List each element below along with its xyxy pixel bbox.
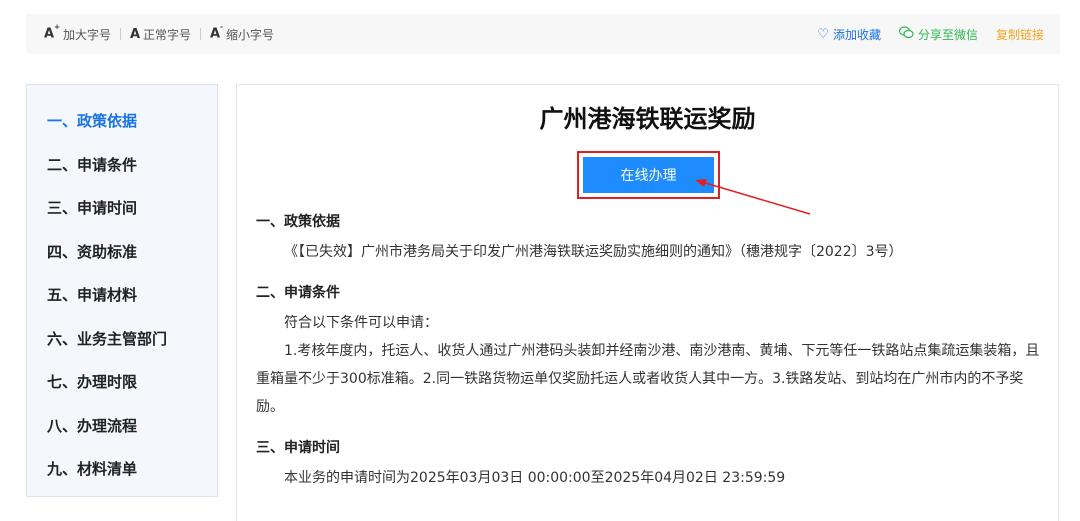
normal-font-button[interactable]: A 正常字号 — [130, 26, 191, 43]
application-time-text: 本业务的申请时间为2025年03月03日 00:00:00至2025年04月02… — [284, 470, 786, 486]
divider — [119, 28, 121, 40]
sidebar-item-label: 三、申请时间 — [47, 199, 138, 218]
copy-link-button[interactable]: 复制链接 — [996, 26, 1044, 43]
conditions-text: 1.考核年度内，托运人、收货人通过广州港码头装卸并经南沙港、南沙港南、黄埔、下元… — [256, 343, 1040, 415]
sidebar-item-policy[interactable]: 一、政策依据 — [27, 99, 217, 143]
sidebar-item-department[interactable]: 六、业务主管部门 — [27, 317, 217, 361]
sidebar-item-checklist[interactable]: 九、材料清单 — [27, 447, 217, 491]
sidebar-item-label: 九、材料清单 — [47, 460, 138, 479]
sidebar-item-label: 二、申请条件 — [47, 155, 138, 174]
normal-font-label: 正常字号 — [143, 27, 192, 42]
wechat-icon — [898, 25, 914, 43]
apply-button-highlight: 在线办理 — [577, 151, 720, 199]
page-title: 广州港海铁联运奖励 — [539, 105, 756, 133]
sidebar-nav: 一、政策依据 二、申请条件 三、申请时间 四、资助标准 五、申请材料 六、业务主… — [26, 84, 218, 497]
main-content: 广州港海铁联运奖励 在线办理 一、政策依据 《【已失效】广州市港务局关于印发广州… — [236, 84, 1059, 521]
sidebar-item-process[interactable]: 八、办理流程 — [27, 404, 217, 448]
add-favorite-label: 添加收藏 — [832, 27, 881, 42]
share-wechat-label: 分享至微信 — [917, 27, 978, 42]
sidebar-item-label: 八、办理流程 — [47, 416, 138, 435]
add-favorite-button[interactable]: ♡ 添加收藏 — [817, 26, 881, 43]
policy-basis-text: 《【已失效】广州市港务局关于印发广州港海铁联运奖励实施细则的通知》（穗港规字〔2… — [284, 244, 903, 260]
section-title-time: 三、申请时间 — [256, 440, 340, 456]
share-tools: ♡ 添加收藏 分享至微信 复制链接 — [817, 25, 1044, 43]
decrease-font-button[interactable]: A- 缩小字号 — [210, 23, 275, 43]
decrease-font-label: 缩小字号 — [226, 27, 275, 42]
sidebar-item-conditions[interactable]: 二、申请条件 — [27, 143, 217, 187]
font-increase-icon: A+ — [44, 23, 60, 42]
sidebar-item-label: 五、申请材料 — [47, 286, 138, 305]
sidebar-item-funding[interactable]: 四、资助标准 — [27, 230, 217, 274]
font-size-tools: A+ 加大字号 A 正常字号 A- 缩小字号 — [44, 23, 275, 43]
section-title-conditions: 二、申请条件 — [256, 285, 340, 301]
apply-online-button[interactable]: 在线办理 — [583, 157, 714, 193]
sidebar-item-label: 七、办理时限 — [47, 373, 138, 392]
sidebar-item-deadline[interactable]: 七、办理时限 — [27, 360, 217, 404]
sidebar-item-time[interactable]: 三、申请时间 — [27, 186, 217, 230]
copy-link-label: 复制链接 — [995, 27, 1044, 42]
increase-font-label: 加大字号 — [62, 27, 111, 42]
sidebar-item-label: 六、业务主管部门 — [47, 329, 168, 348]
sidebar-item-label: 四、资助标准 — [47, 242, 138, 261]
increase-font-button[interactable]: A+ 加大字号 — [44, 23, 111, 43]
top-toolbar: A+ 加大字号 A 正常字号 A- 缩小字号 ♡ 添加收藏 分享至微信 复制链接 — [26, 14, 1060, 54]
sidebar-item-materials[interactable]: 五、申请材料 — [27, 273, 217, 317]
share-wechat-button[interactable]: 分享至微信 — [898, 25, 978, 43]
font-normal-icon: A — [129, 26, 141, 42]
font-decrease-icon: A- — [210, 23, 223, 42]
sidebar-item-label: 一、政策依据 — [47, 112, 138, 131]
divider — [200, 28, 202, 40]
section-title-policy: 一、政策依据 — [256, 214, 340, 230]
heart-icon: ♡ — [817, 26, 829, 42]
policy-details: 一、政策依据 《【已失效】广州市港务局关于印发广州港海铁联运奖励实施细则的通知》… — [256, 211, 1041, 492]
conditions-intro: 符合以下条件可以申请： — [284, 315, 438, 331]
